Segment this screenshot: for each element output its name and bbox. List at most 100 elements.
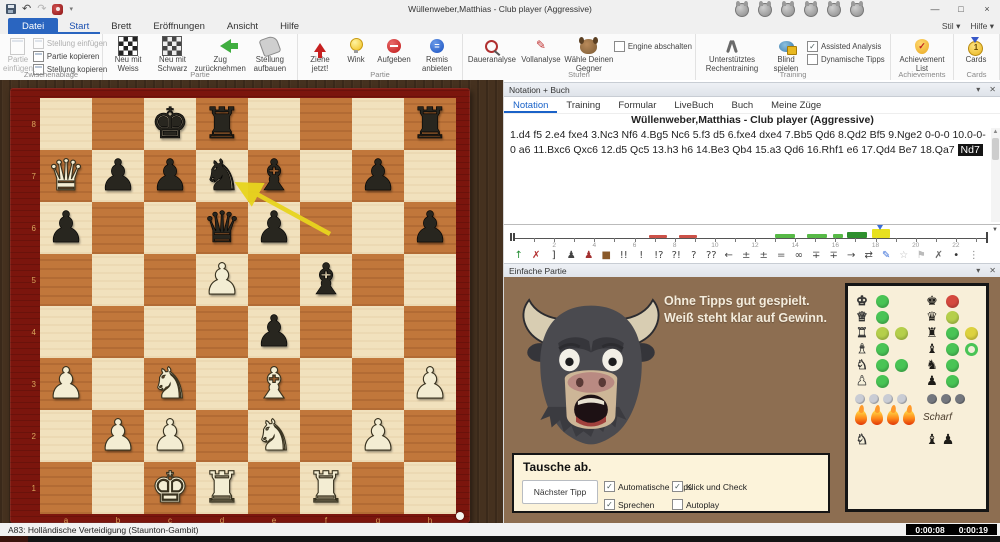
next-tip-button[interactable]: Nächster Tipp	[522, 480, 598, 504]
square-a1[interactable]	[40, 462, 92, 514]
square-b5[interactable]	[92, 254, 144, 306]
scrollbar-thumb[interactable]	[992, 138, 999, 160]
customize-toolbar-icon[interactable]: ▾	[69, 5, 73, 13]
calculation-training-button[interactable]: Unterstütztes Rechentraining	[699, 36, 765, 73]
square-f4[interactable]	[300, 306, 352, 358]
square-e2[interactable]: ♞	[248, 410, 300, 462]
annotation-symbol-2[interactable]: ]	[545, 250, 563, 261]
white-queen-a7[interactable]: ♛	[47, 150, 86, 202]
white-rook-d1[interactable]: ♜	[203, 462, 242, 514]
square-c6[interactable]	[144, 202, 196, 254]
new-game-white-button[interactable]: Neu mit Weiss	[106, 36, 150, 73]
save-icon[interactable]	[6, 4, 16, 14]
square-d4[interactable]	[196, 306, 248, 358]
minimize-button[interactable]: —	[922, 0, 948, 18]
square-b3[interactable]	[92, 358, 144, 410]
undo-icon[interactable]: ↶	[22, 4, 31, 14]
panel-close-icon[interactable]: ✕	[989, 266, 996, 275]
white-bishop-e3[interactable]: ♝	[255, 358, 294, 410]
tab-livebuch[interactable]: LiveBuch	[665, 97, 722, 113]
checkbox-klick-und-check[interactable]: ✓Klick und Check	[672, 481, 747, 492]
square-d8[interactable]: ♜	[196, 98, 248, 150]
square-h7[interactable]	[404, 150, 456, 202]
annotation-symbol-17[interactable]: ∓	[808, 250, 826, 261]
black-pawn-h6[interactable]: ♟	[411, 202, 450, 254]
white-knight-c3[interactable]: ♞	[151, 358, 190, 410]
black-queen-d6[interactable]: ♛	[203, 202, 242, 254]
square-a5[interactable]	[40, 254, 92, 306]
white-knight-e2[interactable]: ♞	[255, 410, 294, 462]
evaluation-timeline[interactable]: ▼ 246810121416182022	[504, 224, 1000, 248]
square-d1[interactable]: ♜	[196, 462, 248, 514]
copy-game-button[interactable]: Partie kopieren	[33, 51, 107, 62]
white-pawn-c2[interactable]: ♟	[151, 410, 190, 462]
annotation-symbol-15[interactable]: =	[773, 250, 791, 261]
move-list[interactable]: 1.d4 f5 2.e4 fxe4 3.Nc3 Nf6 4.Bg5 Nc6 5.…	[510, 128, 986, 222]
engine-off-checkbox[interactable]: Engine abschalten	[614, 41, 692, 52]
annotation-symbol-8[interactable]: !?	[650, 250, 668, 261]
square-c5[interactable]	[144, 254, 196, 306]
square-d6[interactable]: ♛	[196, 202, 248, 254]
square-b4[interactable]	[92, 306, 144, 358]
dynamic-tips-checkbox[interactable]: Dynamische Tipps	[807, 54, 885, 65]
annotation-symbol-11[interactable]: ??	[703, 250, 721, 261]
square-e1[interactable]	[248, 462, 300, 514]
square-e6[interactable]: ♟	[248, 202, 300, 254]
annotation-symbol-23[interactable]: ⚑	[913, 250, 931, 261]
square-g1[interactable]	[352, 462, 404, 514]
square-h3[interactable]: ♟	[404, 358, 456, 410]
avatar-bull-icon[interactable]	[758, 3, 772, 17]
cards-button[interactable]: 1 Cards	[957, 36, 995, 65]
square-c4[interactable]	[144, 306, 196, 358]
annotation-symbol-26[interactable]: ⋮	[965, 250, 983, 261]
square-f8[interactable]	[300, 98, 352, 150]
annotation-symbol-22[interactable]: ☆	[895, 250, 913, 261]
avatar-rabbit-icon[interactable]	[827, 3, 841, 17]
square-d2[interactable]	[196, 410, 248, 462]
square-a2[interactable]	[40, 410, 92, 462]
square-a6[interactable]: ♟	[40, 202, 92, 254]
panel-dropdown-icon[interactable]: ▾	[976, 85, 980, 94]
tab-meine-züge[interactable]: Meine Züge	[762, 97, 830, 113]
square-e4[interactable]: ♟	[248, 306, 300, 358]
annotation-symbol-10[interactable]: ?	[685, 250, 703, 261]
annotation-symbol-1[interactable]: ✗	[528, 250, 546, 261]
full-analysis-button[interactable]: ✎ Vollanalyse	[518, 36, 564, 65]
square-f5[interactable]: ♝	[300, 254, 352, 306]
eval-current-marker[interactable]	[877, 225, 883, 233]
black-pawn-g7[interactable]: ♟	[359, 150, 398, 202]
redo-icon[interactable]: ↷	[37, 4, 46, 14]
square-g5[interactable]	[352, 254, 404, 306]
black-pawn-e4[interactable]: ♟	[255, 306, 294, 358]
square-g6[interactable]	[352, 202, 404, 254]
square-a8[interactable]	[40, 98, 92, 150]
tab-buch[interactable]: Buch	[722, 97, 762, 113]
square-f1[interactable]: ♜	[300, 462, 352, 514]
black-king-c8[interactable]: ♚	[151, 98, 190, 150]
blindfold-play-button[interactable]: Blind spielen	[765, 36, 807, 73]
square-h2[interactable]	[404, 410, 456, 462]
square-d3[interactable]	[196, 358, 248, 410]
menu-hilfe[interactable]: Hilfe	[269, 18, 310, 34]
help-menu[interactable]: Hilfe ▾	[970, 21, 994, 32]
square-d5[interactable]: ♟	[196, 254, 248, 306]
hint-button[interactable]: Wink	[339, 36, 373, 65]
menu-datei[interactable]: Datei	[8, 18, 58, 34]
square-h4[interactable]	[404, 306, 456, 358]
square-f6[interactable]	[300, 202, 352, 254]
checkbox-sprechen[interactable]: ✓Sprechen	[604, 499, 654, 510]
black-knight-d7[interactable]: ♞	[203, 150, 242, 202]
annotation-symbol-6[interactable]: !!	[615, 250, 633, 261]
style-menu[interactable]: Stil ▾	[942, 21, 960, 32]
square-f7[interactable]	[300, 150, 352, 202]
square-f3[interactable]	[300, 358, 352, 410]
current-move[interactable]: Nd7	[958, 144, 983, 156]
annotation-symbol-7[interactable]: !	[633, 250, 651, 261]
chess-board[interactable]: ♚♜♜♛♟♟♞♝♟♟♛♟♟♟♝♟♟♞♝♟♟♟♞♟♚♜♜	[40, 98, 456, 514]
annotation-symbol-21[interactable]: ✎	[878, 250, 896, 261]
square-e3[interactable]: ♝	[248, 358, 300, 410]
square-b6[interactable]	[92, 202, 144, 254]
square-c3[interactable]: ♞	[144, 358, 196, 410]
panel-close-icon[interactable]: ✕	[989, 85, 996, 94]
square-g8[interactable]	[352, 98, 404, 150]
